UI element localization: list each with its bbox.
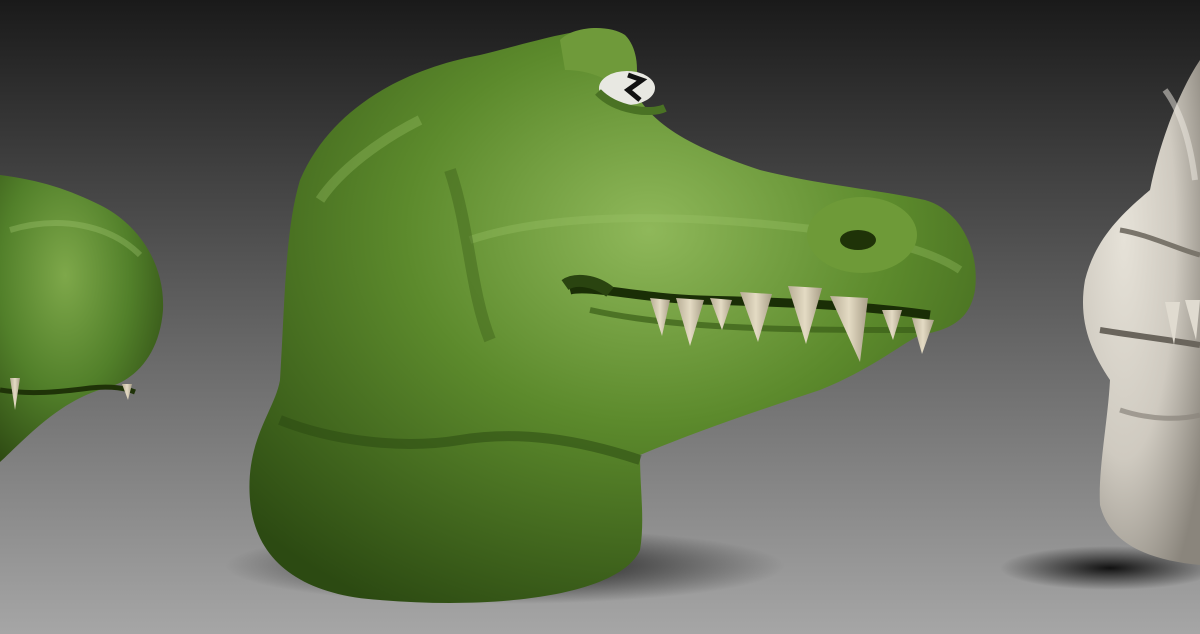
viewport <box>0 0 1200 634</box>
render-canvas <box>0 0 1200 634</box>
nostril <box>840 230 876 250</box>
